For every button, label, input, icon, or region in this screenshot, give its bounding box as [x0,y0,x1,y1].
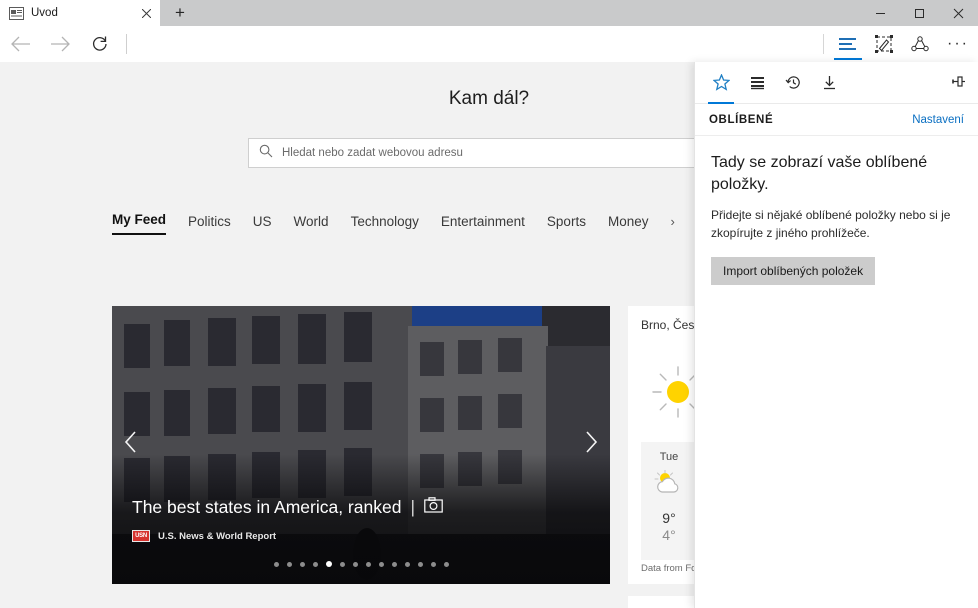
weather-attribution: Data from Fo [641,563,697,574]
hub-settings-link[interactable]: Nastavení [912,114,964,126]
feed-tab-politics[interactable]: Politics [188,214,231,235]
history-clock-icon [785,76,800,89]
hero-article-card[interactable]: The best states in America, ranked | USN… [112,306,610,584]
maximize-icon[interactable] [900,0,939,26]
carousel-dot[interactable] [404,561,410,567]
carousel-dot-active[interactable] [325,561,332,567]
hub-tab-reading-list[interactable] [739,62,775,104]
hub-empty-title: Tady se zobrazí vaše oblíbené položky. [711,154,928,193]
feed-tab-technology[interactable]: Technology [351,214,419,235]
close-window-icon[interactable] [939,0,978,26]
title-bar: Úvod + [0,0,978,26]
star-icon [712,74,730,91]
toolbar-divider [126,33,127,54]
camera-icon [424,497,443,518]
import-favorites-button[interactable]: Import oblíbených položek [711,257,876,286]
edge-browser-window: Úvod + ··· Kam dál? Hledat nebo zadat we… [0,0,978,608]
hero-headline: The best states in America, ranked [132,497,402,517]
forecast-high: 9° [662,510,676,526]
tab-title: Úvod [31,7,58,19]
feed-category-nav: My Feed Politics US World Technology Ent… [112,212,675,235]
download-icon [823,76,835,90]
forecast-day: Tue 9° 4° [641,442,697,560]
carousel-dot[interactable] [378,561,384,567]
hub-tab-history[interactable] [775,62,811,104]
forecast-day-name: Tue [659,451,679,463]
feed-tab-money[interactable]: Money [608,214,649,235]
hub-button[interactable] [830,26,866,62]
page-icon [9,6,24,20]
hub-tab-downloads[interactable] [811,62,847,104]
close-tab-icon[interactable] [138,5,154,21]
hero-source-row: USN U.S. News & World Report [132,530,276,542]
feed-nav-overflow[interactable]: › [670,214,674,235]
hub-header: OBLÍBENÉ Nastavení [695,104,978,136]
hero-source-name: U.S. News & World Report [158,530,277,542]
new-tab-button[interactable]: + [160,0,200,26]
partly-sunny-icon [652,469,686,501]
hub-body: Tady se zobrazí vaše oblíbené položky. P… [695,136,978,286]
feed-tab-my-feed[interactable]: My Feed [112,212,167,235]
more-options-button[interactable]: ··· [938,26,978,62]
carousel-dot[interactable] [430,561,436,567]
web-note-button[interactable] [866,26,902,62]
carousel-dot[interactable] [273,561,279,567]
reading-list-icon [750,77,764,90]
hub-header-title: OBLÍBENÉ [709,113,774,126]
carousel-dot[interactable] [339,561,345,567]
search-placeholder: Hledat nebo zadat webovou adresu [282,147,463,159]
carousel-dot[interactable] [299,561,305,567]
carousel-dot[interactable] [312,561,318,567]
forward-arrow-icon[interactable] [40,26,80,62]
browser-tab[interactable]: Úvod [0,0,160,26]
hub-panel: OBLÍBENÉ Nastavení Tady se zobrazí vaše … [694,62,978,608]
source-logo-icon: USN [132,530,150,542]
carousel-dot[interactable] [391,561,397,567]
carousel-dot[interactable] [352,561,358,567]
search-icon [259,144,273,163]
hub-tab-bar [695,62,978,104]
feed-tab-sports[interactable]: Sports [547,214,586,235]
minimize-icon[interactable] [861,0,900,26]
forecast-low: 4° [662,527,676,543]
title-bar-drag-area [200,0,861,26]
hub-empty-description: Přidejte si nějaké oblíbené položky nebo… [711,208,951,241]
carousel-dot[interactable] [365,561,371,567]
chevron-right-icon[interactable] [584,431,598,459]
back-arrow-icon[interactable] [0,26,40,62]
share-button[interactable] [902,26,938,62]
feed-tab-entertainment[interactable]: Entertainment [441,214,525,235]
refresh-icon[interactable] [80,26,120,62]
chevron-left-icon[interactable] [124,431,138,459]
carousel-dots [112,561,610,567]
carousel-dot[interactable] [417,561,423,567]
toolbar-divider-right [823,33,824,54]
hero-headline-row: The best states in America, ranked | [132,497,590,518]
feed-tab-us[interactable]: US [253,214,272,235]
pin-icon[interactable] [949,74,966,94]
feed-tab-world[interactable]: World [294,214,329,235]
carousel-dot[interactable] [286,561,292,567]
hero-separator: | [410,497,415,517]
hub-tab-favorites[interactable] [703,62,739,104]
carousel-dot[interactable] [443,561,449,567]
window-controls [861,0,978,26]
navigation-toolbar: ··· [0,26,978,62]
